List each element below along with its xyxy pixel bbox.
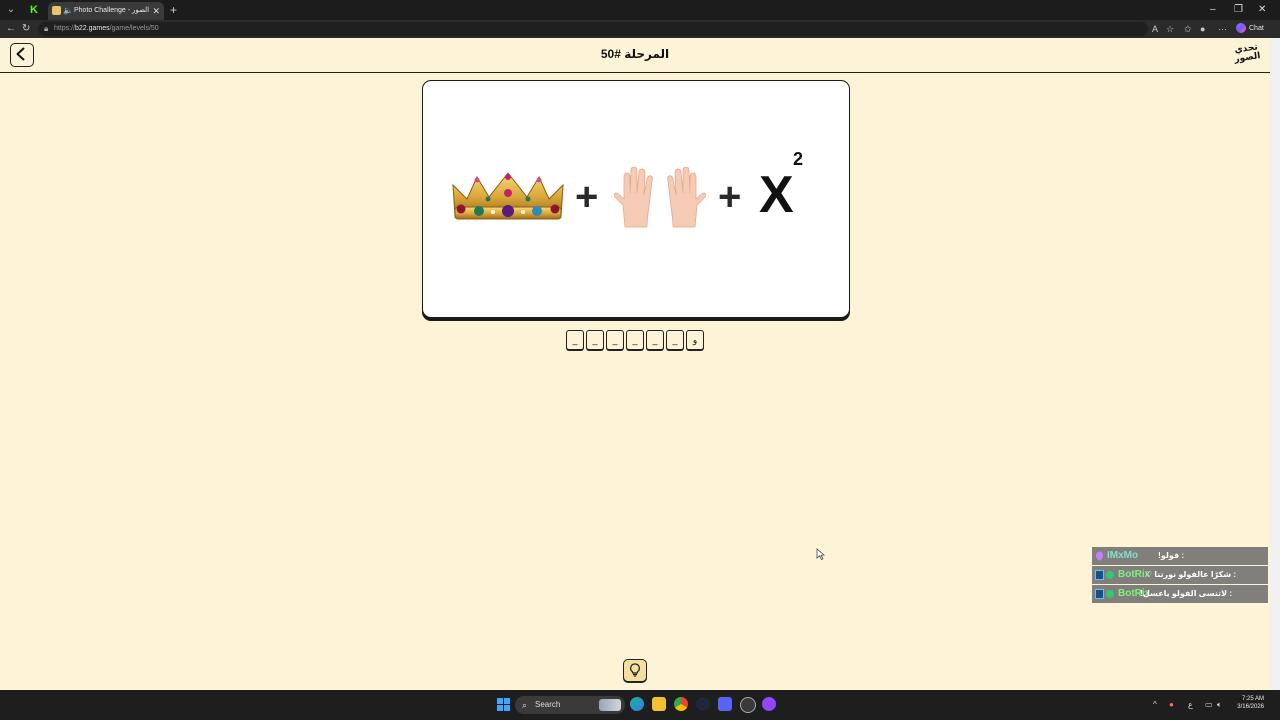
lock-icon: 🔒︎: [44, 24, 49, 33]
verified-badge-icon: [1106, 571, 1114, 579]
discord-icon[interactable]: [718, 697, 732, 711]
close-window-icon[interactable]: ✕: [1258, 3, 1266, 17]
tab-photo-challenge[interactable]: 🔈 Photo Challenge - تحدي الصور ✕: [48, 2, 164, 20]
chat-text: : فولو!: [1158, 551, 1184, 560]
search-label: Search: [535, 700, 561, 709]
restore-icon[interactable]: ❐: [1234, 3, 1243, 17]
chat-message: BotRix : شكرًا عالفولو نورتنا ♡: [1092, 566, 1268, 584]
chat-text: : لاتنسى الفولو ياعسل!: [1140, 589, 1232, 598]
more-menu-icon[interactable]: ···: [1218, 22, 1227, 36]
clock-date: 3/16/2026: [1237, 704, 1264, 710]
plus-sign-2: +: [718, 175, 742, 219]
game-logo[interactable]: تحدي الصور: [1231, 42, 1263, 67]
slot-char: _: [612, 335, 618, 345]
favorite-star-icon[interactable]: ☆: [1166, 22, 1174, 36]
slot-char: _: [572, 335, 578, 345]
windows-taskbar: ⌕ Search ^ ● ع ▭ 🔈︎ 7:25 AM 3/16/2026: [0, 690, 1280, 720]
edge-icon[interactable]: [630, 697, 644, 711]
puzzle-image-card: + + X 2: [422, 80, 850, 318]
level-title: المرحلة #50: [600, 47, 670, 61]
subscriber-badge-icon: [1096, 551, 1103, 561]
url-path: /game/levels/50: [109, 25, 159, 32]
tab-list-chevron-icon[interactable]: ⌄: [4, 3, 18, 17]
url-prefix: https://: [54, 25, 76, 32]
url-domain: b22.games: [75, 25, 110, 32]
network-icon[interactable]: ▭: [1205, 698, 1213, 712]
chevron-left-icon: [16, 47, 25, 61]
clock-time: 7:25 AM: [1241, 696, 1264, 702]
answer-slot[interactable]: _: [586, 330, 604, 350]
mouse-cursor-icon: [816, 548, 825, 560]
search-icon: ⌕: [522, 700, 528, 710]
plus-sign-1: +: [575, 175, 599, 219]
keyboard-language[interactable]: ع: [1188, 698, 1193, 712]
browser-tab-bar: ⌄ K 🔈 Photo Challenge - تحدي الصور ✕ + –…: [0, 0, 1280, 20]
answer-slot[interactable]: و: [686, 330, 704, 350]
lightbulb-icon: [630, 663, 640, 677]
back-nav-icon[interactable]: ←: [6, 22, 16, 36]
steam-icon[interactable]: [696, 697, 710, 711]
answer-slot[interactable]: _: [666, 330, 684, 350]
favorites-icon[interactable]: ✩: [1184, 22, 1192, 36]
copilot-chat-button[interactable]: Chat: [1236, 22, 1264, 36]
chevron-up-icon[interactable]: ^: [1153, 698, 1157, 712]
chat-message: IMxMo : فولو!: [1092, 547, 1268, 565]
answer-slot[interactable]: _: [626, 330, 644, 350]
two-hands-icon: [613, 167, 707, 228]
crown-icon: [452, 172, 564, 220]
bot-badge-icon: [1095, 589, 1104, 599]
slot-char: و: [692, 335, 698, 345]
microphone-icon[interactable]: ●: [1169, 698, 1174, 712]
windows-start-icon[interactable]: [497, 698, 510, 711]
minimize-icon[interactable]: –: [1210, 3, 1216, 17]
refresh-icon[interactable]: ↻: [22, 22, 30, 36]
copilot-icon: [1236, 23, 1246, 34]
read-aloud-icon[interactable]: A: [1152, 22, 1158, 36]
chat-username[interactable]: IMxMo: [1107, 547, 1138, 565]
answer-slot[interactable]: _: [606, 330, 624, 350]
slot-char: _: [672, 335, 678, 345]
kick-tab-icon[interactable]: K: [26, 3, 42, 17]
taskbar-search[interactable]: ⌕ Search: [515, 696, 625, 714]
chrome-icon[interactable]: [674, 697, 688, 711]
slot-char: _: [632, 335, 638, 345]
obs-icon[interactable]: [740, 697, 756, 713]
hint-button[interactable]: [623, 659, 647, 682]
logo-text-bottom: الصور: [1233, 51, 1262, 65]
page-header: المرحلة #50 تحدي الصور: [0, 38, 1270, 73]
volume-icon[interactable]: 🔈︎: [1217, 698, 1222, 712]
verified-badge-icon: [1106, 590, 1114, 598]
tab-title: Photo Challenge - تحدي الصور: [74, 7, 150, 14]
audio-playing-icon[interactable]: 🔈: [63, 5, 73, 17]
url-field[interactable]: 🔒︎ https://b22.games/game/levels/50: [38, 22, 1148, 36]
search-highlight-image: [599, 699, 621, 711]
answer-slot[interactable]: _: [646, 330, 664, 350]
profile-avatar-icon[interactable]: ●: [1200, 22, 1205, 36]
app-icon[interactable]: [762, 697, 776, 711]
answer-slot[interactable]: _: [566, 330, 584, 350]
slot-char: _: [652, 335, 658, 345]
chat-message: BotRix : لاتنسى الفولو ياعسل!: [1092, 585, 1268, 603]
page-scrollbar[interactable]: [1270, 38, 1280, 690]
site-favicon-icon: [52, 6, 61, 15]
new-tab-button[interactable]: +: [170, 3, 177, 17]
exponent-label: 2: [793, 149, 804, 169]
url-text: https://b22.games/game/levels/50: [54, 23, 159, 35]
clock[interactable]: 7:25 AM 3/16/2026: [1234, 695, 1264, 711]
tab-close-icon[interactable]: ✕: [152, 5, 160, 17]
bot-badge-icon: [1095, 570, 1104, 580]
x-letter: X: [759, 166, 794, 224]
back-button[interactable]: [10, 43, 34, 67]
chat-text: : شكرًا عالفولو نورتنا ♡: [1144, 570, 1236, 579]
slot-char: _: [592, 335, 598, 345]
browser-address-bar: ← ↻ 🔒︎ https://b22.games/game/levels/50 …: [0, 20, 1280, 38]
chat-label: Chat: [1249, 25, 1264, 32]
file-explorer-icon[interactable]: [652, 697, 666, 711]
